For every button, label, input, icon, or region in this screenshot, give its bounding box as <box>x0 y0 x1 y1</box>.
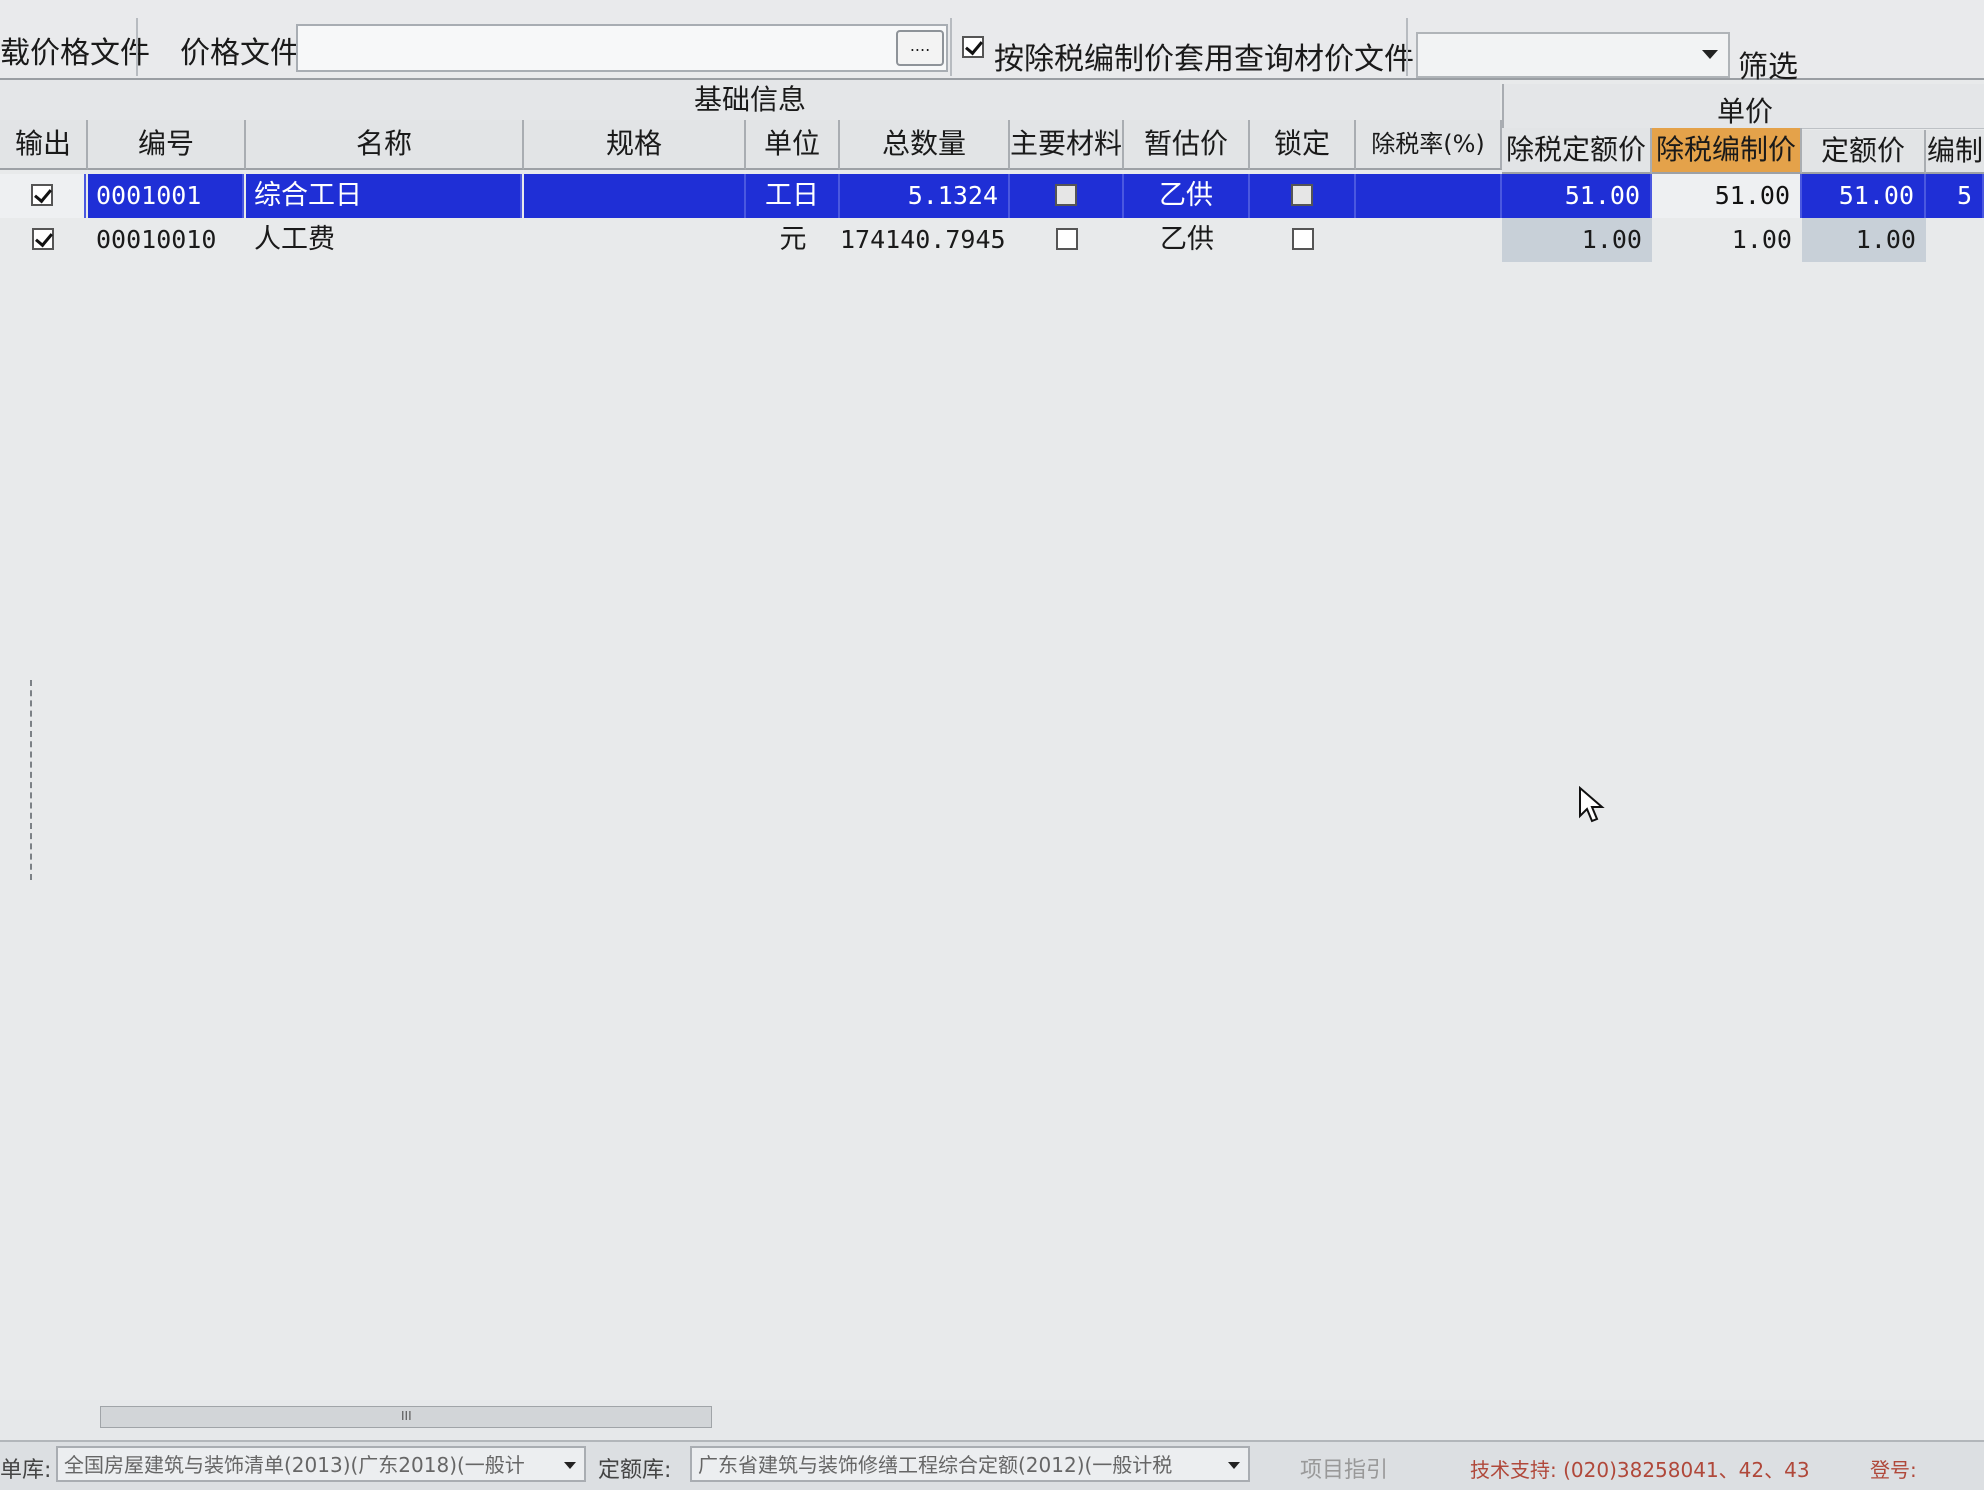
main-material-checkbox[interactable] <box>1055 184 1077 206</box>
code-cell[interactable]: 0001001 <box>88 174 244 218</box>
spec-cell[interactable] <box>524 218 746 262</box>
horizontal-scrollbar[interactable]: III <box>100 1406 712 1428</box>
list-library-value: 全国房屋建筑与装饰清单(2013)(广东2018)(一般计 <box>64 1453 525 1477</box>
apply-excl-tax-checkbox[interactable] <box>962 36 984 58</box>
col-header-estimate[interactable]: 暂估价 <box>1124 120 1250 170</box>
mouse-pointer-icon <box>1579 786 1605 823</box>
project-guide-tab[interactable]: 项目指引 <box>1300 1452 1388 1484</box>
list-library-select[interactable]: 全国房屋建筑与装饰清单(2013)(广东2018)(一般计 <box>56 1446 586 1482</box>
status-bar: 单库: 全国房屋建筑与装饰清单(2013)(广东2018)(一般计 定额库: 广… <box>0 1440 1984 1490</box>
chevron-down-icon <box>564 1462 576 1469</box>
quota-library-value: 广东省建筑与装饰修缮工程综合定额(2012)(一般计税 <box>698 1453 1173 1477</box>
table-row[interactable]: 00010010 人工费 元 174140.7945 乙供 1.00 1.00 … <box>0 218 1984 262</box>
col-header-excl-quota-price[interactable]: 除税定额价 <box>1502 128 1652 174</box>
output-checkbox[interactable] <box>31 184 53 206</box>
quota-library-select[interactable]: 广东省建筑与装饰修缮工程综合定额(2012)(一般计税 <box>690 1446 1250 1482</box>
lock-checkbox[interactable] <box>1292 228 1314 250</box>
login-label: 登号: <box>1870 1458 1917 1482</box>
compile-price-cell[interactable] <box>1926 218 1984 262</box>
apply-excl-tax-label: 按除税编制价套用 <box>994 42 1234 77</box>
materials-grid: 基础信息 单价 输出 编号 名称 规格 单位 总数量 主要材料 暂估价 锁定 除… <box>0 80 1984 1400</box>
lock-cell[interactable] <box>1250 174 1356 218</box>
col-header-output[interactable]: 输出 <box>0 120 88 170</box>
quota-price-cell[interactable]: 51.00 <box>1802 174 1926 218</box>
excl-compile-price-cell[interactable]: 1.00 <box>1652 218 1802 262</box>
splitter-handle[interactable] <box>0 680 32 880</box>
query-material-price-button[interactable]: 查询材价文件 <box>1234 34 1414 78</box>
toolbar-divider <box>950 18 952 76</box>
col-header-tax-rate[interactable]: 除税率(%) <box>1356 120 1502 170</box>
chevron-down-icon <box>1228 1462 1240 1469</box>
tax-rate-cell[interactable] <box>1356 174 1502 218</box>
name-cell[interactable]: 人工费 <box>246 218 522 262</box>
estimate-cell[interactable]: 乙供 <box>1124 218 1250 262</box>
qty-cell[interactable]: 174140.7945 <box>840 218 1010 262</box>
load-price-file-tab[interactable]: 载价格文件 <box>0 28 150 72</box>
compile-price-cell[interactable]: 5 <box>1926 174 1984 218</box>
lock-checkbox[interactable] <box>1291 184 1313 206</box>
qty-cell[interactable]: 5.1324 <box>840 174 1010 218</box>
spec-cell[interactable] <box>524 174 746 218</box>
name-cell[interactable]: 综合工日 <box>246 174 522 218</box>
group-header-price: 单价 <box>1502 84 1984 129</box>
excl-quota-price-cell[interactable]: 51.00 <box>1502 174 1652 218</box>
col-header-lock[interactable]: 锁定 <box>1250 120 1356 170</box>
chevron-down-icon <box>1702 50 1718 59</box>
material-price-file-select[interactable] <box>1416 32 1730 78</box>
output-cell[interactable] <box>0 218 86 262</box>
tech-support-text: 技术支持: (020)38258041、42、43 <box>1470 1458 1810 1482</box>
excl-compile-price-cell[interactable]: 51.00 <box>1652 174 1802 218</box>
excl-quota-price-cell[interactable]: 1.00 <box>1502 218 1652 262</box>
quota-library-label: 定额库: <box>598 1458 672 1483</box>
output-checkbox[interactable] <box>32 228 54 250</box>
col-header-main-material[interactable]: 主要材料 <box>1010 120 1124 170</box>
list-library-label: 单库: <box>0 1458 52 1483</box>
lock-cell[interactable] <box>1250 218 1356 262</box>
main-material-checkbox[interactable] <box>1056 228 1078 250</box>
browse-button[interactable]: .... <box>896 30 944 66</box>
toolbar: 载价格文件 价格文件 .... 按除税编制价套用 查询材价文件 筛选 <box>0 0 1984 85</box>
code-cell[interactable]: 00010010 <box>88 218 244 262</box>
col-header-spec[interactable]: 规格 <box>524 120 746 170</box>
toolbar-divider <box>1406 18 1408 76</box>
tax-rate-cell[interactable] <box>1356 218 1502 262</box>
output-cell[interactable] <box>0 174 86 218</box>
price-file-label: 价格文件 <box>180 36 300 71</box>
quota-price-cell[interactable]: 1.00 <box>1802 218 1926 262</box>
group-header-basic: 基础信息 <box>0 80 1500 121</box>
scrollbar-grip[interactable]: III <box>401 1409 412 1423</box>
estimate-cell[interactable]: 乙供 <box>1124 174 1250 218</box>
unit-cell[interactable]: 工日 <box>746 174 840 218</box>
col-header-compile-price[interactable]: 编制 <box>1926 130 1984 174</box>
col-header-excl-compile-price[interactable]: 除税编制价 <box>1652 128 1802 174</box>
main-material-cell[interactable] <box>1010 174 1124 218</box>
col-header-quota-price[interactable]: 定额价 <box>1802 130 1926 174</box>
col-header-name[interactable]: 名称 <box>246 120 524 170</box>
col-header-code[interactable]: 编号 <box>88 120 246 170</box>
col-header-qty[interactable]: 总数量 <box>840 120 1010 170</box>
main-material-cell[interactable] <box>1010 218 1124 262</box>
table-row[interactable]: 0001001 综合工日 工日 5.1324 乙供 51.00 51.00 51… <box>0 174 1984 218</box>
unit-cell[interactable]: 元 <box>746 218 840 262</box>
price-file-input[interactable] <box>296 24 948 72</box>
col-header-unit[interactable]: 单位 <box>746 120 840 170</box>
toolbar-divider <box>136 18 138 76</box>
